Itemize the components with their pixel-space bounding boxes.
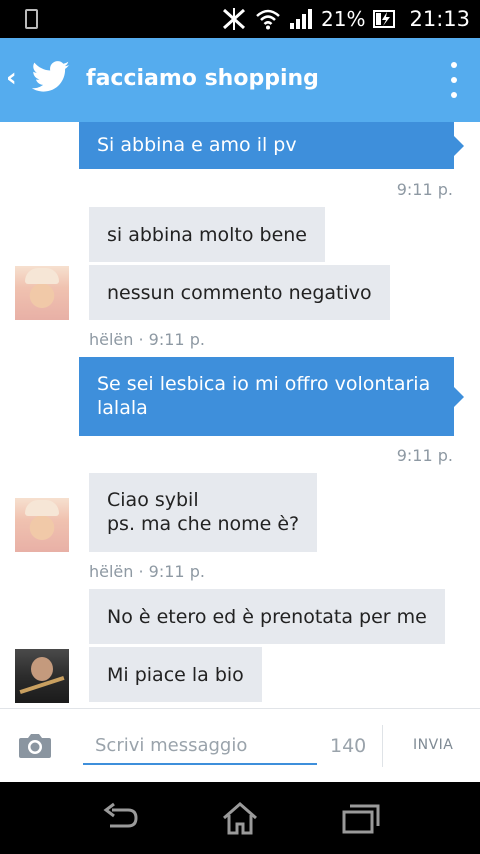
overflow-menu-icon[interactable]: [450, 62, 458, 98]
avatar[interactable]: [15, 649, 69, 703]
nav-back-icon[interactable]: [100, 800, 140, 836]
message-text-line: lalala: [97, 397, 148, 419]
avatar[interactable]: [15, 498, 69, 552]
incoming-message: nessun commento negativo: [89, 265, 390, 320]
outgoing-message: Se sei lesbica io mi offro volontaria la…: [79, 357, 464, 436]
message-input[interactable]: [83, 727, 317, 765]
message-text-line: Se sei lesbica io mi offro volontaria: [97, 373, 431, 395]
incoming-message: Ciao sybil ps. ma che nome è?: [89, 473, 318, 552]
message-text: si abbina molto bene: [107, 224, 307, 246]
phone-icon: [25, 9, 38, 29]
incoming-message: si abbina molto bene: [89, 207, 325, 262]
wifi-icon: [256, 9, 280, 30]
battery-percent: 21%: [321, 7, 366, 31]
message-timestamp: 9:11 p.: [396, 446, 453, 465]
divider: [382, 725, 383, 767]
message-text: Si abbina e amo il pv: [97, 134, 297, 156]
message-meta: hëlën · 9:11 p.: [89, 562, 205, 581]
character-count: 140: [330, 735, 367, 757]
incoming-message: No è etero ed è prenotata per me: [89, 589, 445, 644]
message-text-line: Ciao sybil: [107, 489, 199, 511]
incoming-message: Mi piace la bio: [89, 647, 262, 702]
battery-icon: [373, 10, 396, 28]
nav-home-icon[interactable]: [220, 800, 260, 836]
message-text: nessun commento negativo: [107, 282, 372, 304]
message-list[interactable]: Si abbina e amo il pv 9:11 p. si abbina …: [0, 122, 480, 708]
signal-icon: [290, 9, 313, 29]
send-button[interactable]: INVIA: [413, 737, 453, 753]
twitter-bird-icon[interactable]: [32, 61, 70, 93]
message-composer: 140 INVIA: [0, 708, 480, 782]
message-timestamp: 9:11 p.: [396, 180, 453, 199]
status-icons: 21% 21:13: [221, 0, 470, 38]
no-sound-icon: [223, 8, 246, 30]
message-text: No è etero ed è prenotata per me: [107, 606, 427, 628]
camera-icon[interactable]: [18, 733, 52, 758]
system-navigation-bar: [0, 782, 480, 854]
avatar[interactable]: [15, 266, 69, 320]
conversation-header: ‹ facciamo shopping: [0, 38, 480, 122]
clock: 21:13: [409, 7, 470, 31]
status-bar: 21% 21:13: [0, 0, 480, 38]
nav-recents-icon[interactable]: [340, 800, 380, 836]
conversation-title: facciamo shopping: [86, 66, 319, 91]
outgoing-message: Si abbina e amo il pv: [79, 122, 464, 169]
message-text-line: ps. ma che nome è?: [107, 513, 300, 535]
back-chevron-icon[interactable]: ‹: [6, 64, 17, 92]
message-text: Mi piace la bio: [107, 664, 244, 686]
message-meta: hëlën · 9:11 p.: [89, 330, 205, 349]
